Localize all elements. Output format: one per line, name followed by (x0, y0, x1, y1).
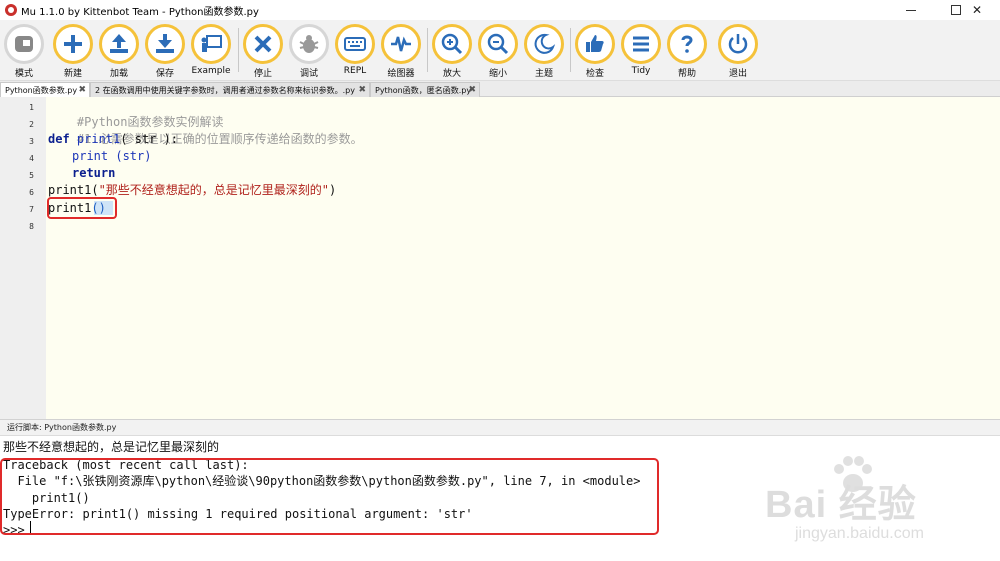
quit-button[interactable]: 退出 (716, 24, 760, 79)
zoom-in-icon (432, 24, 472, 64)
zoom-out-button[interactable]: 缩小 (476, 24, 520, 79)
pulse-icon (381, 24, 421, 64)
help-button[interactable]: 帮助 (665, 24, 709, 79)
title-bar: Mu 1.1.0 by Kittenbot Team - Python函数参数.… (0, 0, 1000, 20)
baidu-jingyan-watermark: Bai 经验 jingyan.baidu.com (765, 455, 985, 555)
watermark-brand: Bai 经验 (765, 484, 917, 526)
line-number-gutter: 1 2 3 4 5 6 7 8 (0, 97, 46, 419)
check-button[interactable]: 检查 (573, 24, 617, 79)
repl-button[interactable]: REPL (333, 24, 377, 76)
power-icon (718, 24, 758, 64)
repl-header: 运行脚本: Python函数参数.py (0, 420, 1000, 436)
mu-app-icon (5, 4, 17, 16)
line-number: 3 (29, 137, 34, 146)
code-line: def print1( str ): (48, 132, 179, 146)
code-line: print (str) (72, 149, 152, 163)
line-number: 8 (29, 222, 34, 231)
tab-lambda-functions[interactable]: Python函数，匿名函数.py ✖ (370, 82, 480, 97)
thumbs-up-icon (575, 24, 615, 64)
upload-icon (99, 24, 139, 64)
teacher-board-icon (191, 24, 231, 64)
zoom-in-button[interactable]: 放大 (430, 24, 474, 79)
close-icon[interactable]: ✖ (468, 85, 476, 95)
x-icon (243, 24, 283, 64)
lines-icon (621, 24, 661, 64)
code-line: #Python函数参数实例解读 (76, 115, 224, 129)
tab-python-function-params[interactable]: Python函数参数.py ✖ (0, 82, 90, 97)
tab-keyword-arguments[interactable]: 2 在函数调用中使用关键字参数时，调用者通过参数名称来标识参数。.py ✖ (90, 82, 370, 97)
moon-icon (524, 24, 564, 64)
line-number: 4 (29, 154, 34, 163)
toolbar: 模式 新建 加载 保存 Example 停止 调试 REPL 绘图器 放大 缩小… (0, 20, 1000, 81)
minimize-button[interactable] (888, 0, 934, 20)
code-line: return (72, 166, 116, 180)
close-window-button[interactable]: ✕ (954, 0, 1000, 20)
toolbar-separator (427, 28, 428, 72)
example-button[interactable]: Example (189, 24, 233, 76)
toolbar-separator (238, 28, 239, 72)
code-editor[interactable]: 1 2 3 4 5 6 7 8 #Python函数参数实例解读 #1.必需参数是… (0, 97, 1000, 420)
mode-button[interactable]: 模式 (2, 24, 46, 79)
annotation-highlight-box (0, 458, 659, 535)
annotation-highlight-box (47, 197, 117, 219)
line-number: 2 (29, 120, 34, 129)
mode-icon (4, 24, 44, 64)
code-line: #1.必需参数是以正确的位置顺序传递给函数的参数。 (76, 132, 363, 146)
download-icon (145, 24, 185, 64)
plus-icon (53, 24, 93, 64)
plotter-button[interactable]: 绘图器 (379, 24, 423, 79)
watermark-url: jingyan.baidu.com (795, 525, 924, 542)
keyboard-icon (335, 24, 375, 64)
close-icon[interactable]: ✖ (78, 85, 86, 95)
stop-button[interactable]: 停止 (241, 24, 285, 79)
window-title: Mu 1.1.0 by Kittenbot Team - Python函数参数.… (21, 6, 259, 18)
toolbar-separator (570, 28, 571, 72)
new-button[interactable]: 新建 (51, 24, 95, 79)
debug-button[interactable]: 调试 (287, 24, 331, 79)
load-button[interactable]: 加载 (97, 24, 141, 79)
line-number: 5 (29, 171, 34, 180)
repl-output-line: 那些不经意想起的，总是记忆里最深刻的 (3, 440, 220, 454)
line-number: 7 (29, 205, 34, 214)
tab-bar: Python函数参数.py ✖ 2 在函数调用中使用关键字参数时，调用者通过参数… (0, 81, 1000, 97)
line-number: 6 (29, 188, 34, 197)
save-button[interactable]: 保存 (143, 24, 187, 79)
tidy-button[interactable]: Tidy (619, 24, 663, 76)
theme-button[interactable]: 主题 (522, 24, 566, 79)
zoom-out-icon (478, 24, 518, 64)
bug-icon (289, 24, 329, 64)
question-icon (667, 24, 707, 64)
close-icon[interactable]: ✖ (358, 85, 366, 95)
line-number: 1 (29, 103, 34, 112)
